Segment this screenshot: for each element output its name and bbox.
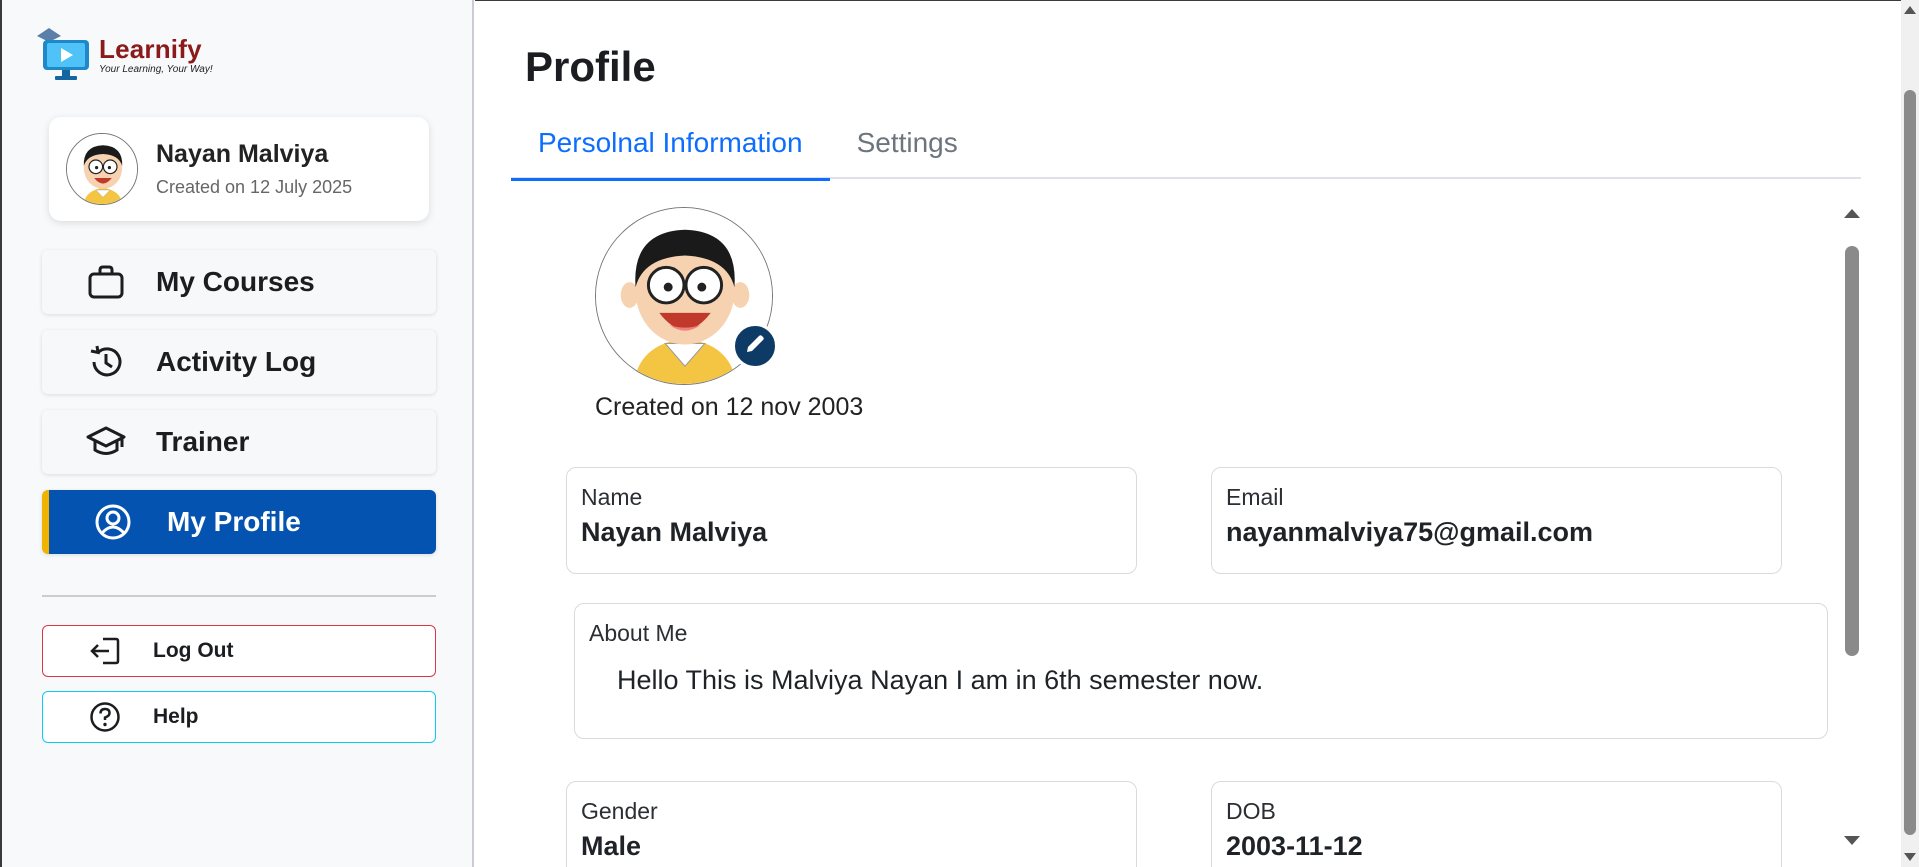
profile-content: Created on 12 nov 2003 Name Nayan Malviy…: [511, 181, 1861, 867]
email-field: Email nayanmalviya75@gmail.com: [1211, 467, 1782, 574]
scroll-up-icon[interactable]: [1844, 209, 1860, 218]
logo-tagline: Your Learning, Your Way!: [99, 64, 213, 75]
sidebar-divider: [42, 595, 436, 597]
email-value: nayanmalviya75@gmail.com: [1226, 517, 1594, 547]
scroll-down-icon[interactable]: [1904, 853, 1916, 861]
history-icon: [86, 342, 126, 382]
sidebar-item-label: My Courses: [156, 266, 315, 297]
logout-label: Log Out: [153, 639, 234, 662]
about-me-value: Hello This is Malviya Nayan I am in 6th …: [617, 665, 1264, 695]
sidebar-item-trainer[interactable]: Trainer: [42, 410, 436, 474]
edit-avatar-button[interactable]: [732, 323, 778, 369]
scrollbar-thumb[interactable]: [1904, 90, 1916, 835]
sidebar: Learnify Your Learning, Your Way! Nayan …: [2, 0, 474, 867]
name-value: Nayan Malviya: [581, 517, 768, 547]
dob-label: DOB: [1226, 798, 1276, 824]
question-circle-icon: [87, 699, 123, 735]
main-panel: Profile Persolnal Information Settings C…: [476, 1, 1901, 867]
name-label: Name: [581, 484, 643, 510]
logout-icon: [87, 633, 123, 669]
user-name: Nayan Malviya: [156, 140, 329, 168]
graduation-cap-icon: [86, 422, 126, 462]
profile-tabs: Persolnal Information Settings: [511, 107, 1861, 181]
sidebar-item-my-courses[interactable]: My Courses: [42, 250, 436, 314]
app-logo[interactable]: Learnify Your Learning, Your Way!: [35, 24, 213, 82]
name-field: Name Nayan Malviya: [566, 467, 1137, 574]
user-card: Nayan Malviya Created on 12 July 2025: [49, 117, 429, 221]
pencil-icon: [744, 333, 766, 360]
sidebar-item-activity-log[interactable]: Activity Log: [42, 330, 436, 394]
dob-value: 2003-11-12: [1226, 831, 1363, 861]
user-created-date: Created on 12 July 2025: [156, 177, 353, 197]
profile-avatar-block: [595, 207, 778, 387]
tab-personal-information[interactable]: Persolnal Information: [511, 107, 830, 181]
help-button[interactable]: Help: [42, 691, 436, 743]
scroll-down-icon[interactable]: [1844, 836, 1860, 845]
about-me-field: About Me Hello This is Malviya Nayan I a…: [574, 603, 1828, 739]
email-label: Email: [1226, 484, 1284, 510]
sidebar-nav: My Courses Activity Log Trainer My Profi…: [42, 250, 436, 570]
content-scrollbar[interactable]: [1843, 209, 1861, 845]
sidebar-item-my-profile[interactable]: My Profile: [42, 490, 436, 554]
gender-value: Male: [581, 831, 642, 861]
logout-button[interactable]: Log Out: [42, 625, 436, 677]
window-border-top: [475, 0, 1901, 1]
scroll-up-icon[interactable]: [1904, 6, 1916, 14]
user-circle-icon: [93, 502, 133, 542]
page-title: Profile: [525, 43, 656, 90]
sidebar-item-label: Trainer: [156, 426, 250, 457]
gender-field: Gender Male: [566, 781, 1137, 867]
avatar-created-date: Created on 12 nov 2003: [595, 393, 864, 421]
scrollbar-thumb[interactable]: [1845, 246, 1859, 656]
sidebar-item-label: Activity Log: [156, 346, 317, 377]
logo-name: Learnify: [99, 34, 202, 64]
logo-monitor-icon: [35, 24, 95, 82]
avatar: [66, 133, 138, 205]
tab-settings[interactable]: Settings: [830, 107, 985, 179]
page-scrollbar[interactable]: [1901, 0, 1919, 867]
briefcase-icon: [86, 262, 126, 302]
about-me-label: About Me: [589, 620, 688, 646]
sidebar-item-label: My Profile: [167, 506, 301, 537]
help-label: Help: [153, 705, 199, 728]
dob-field: DOB 2003-11-12: [1211, 781, 1782, 867]
gender-label: Gender: [581, 798, 658, 824]
